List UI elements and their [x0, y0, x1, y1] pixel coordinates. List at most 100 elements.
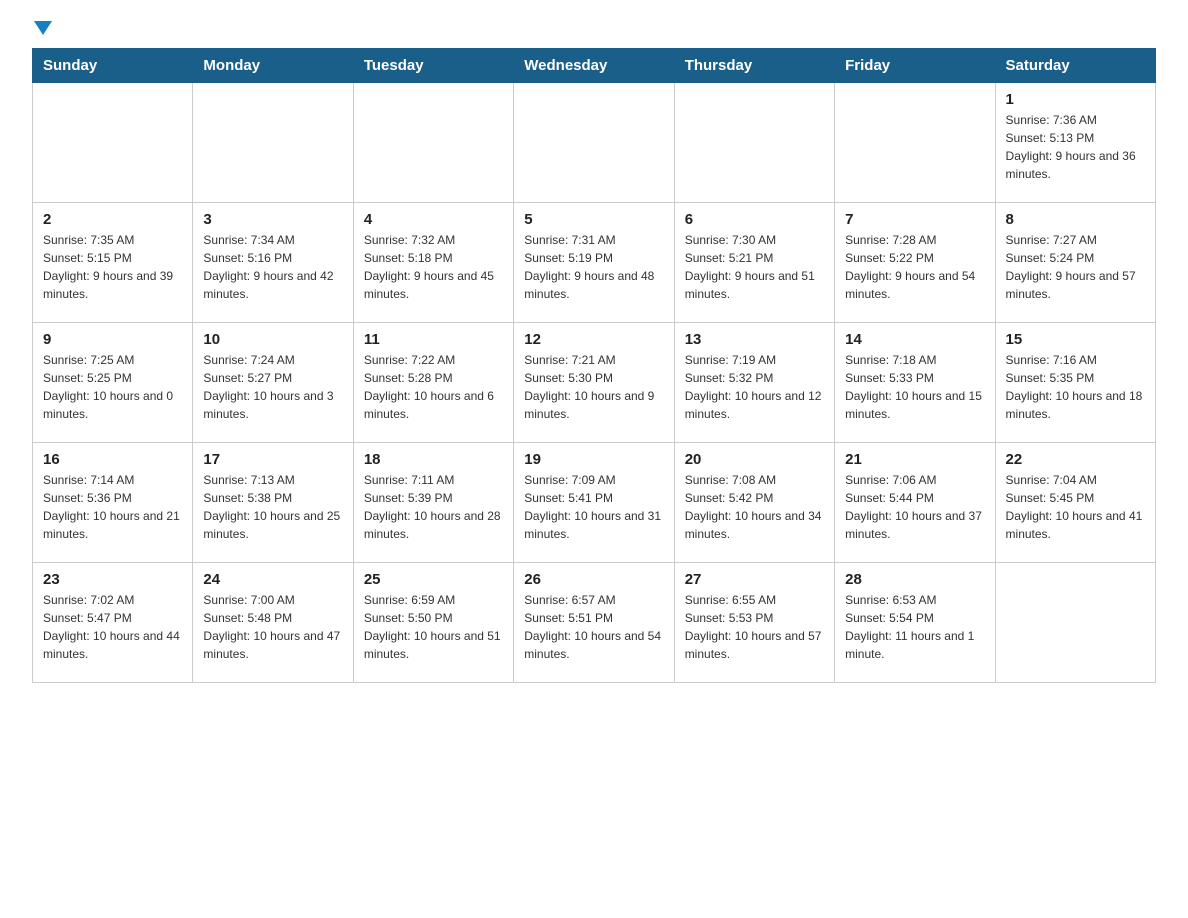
- col-header-thursday: Thursday: [674, 49, 834, 83]
- calendar-cell: 24 Sunrise: 7:00 AMSunset: 5:48 PMDayligh…: [193, 563, 353, 683]
- day-number: 7: [845, 211, 984, 228]
- day-number: 20: [685, 451, 824, 468]
- day-number: 22: [1006, 451, 1145, 468]
- day-number: 10: [203, 331, 342, 348]
- day-number: 27: [685, 571, 824, 588]
- week-row-1: 1 Sunrise: 7:36 AMSunset: 5:13 PMDaylight…: [33, 83, 1156, 203]
- col-header-wednesday: Wednesday: [514, 49, 674, 83]
- calendar-cell: 15 Sunrise: 7:16 AMSunset: 5:35 PMDayligh…: [995, 323, 1155, 443]
- day-info: Sunrise: 6:57 AMSunset: 5:51 PMDaylight:…: [524, 591, 663, 663]
- calendar-cell: 3 Sunrise: 7:34 AMSunset: 5:16 PMDaylight…: [193, 203, 353, 323]
- day-info: Sunrise: 7:04 AMSunset: 5:45 PMDaylight:…: [1006, 471, 1145, 543]
- day-info: Sunrise: 7:13 AMSunset: 5:38 PMDaylight:…: [203, 471, 342, 543]
- calendar-cell: [33, 83, 193, 203]
- day-number: 15: [1006, 331, 1145, 348]
- day-info: Sunrise: 7:35 AMSunset: 5:15 PMDaylight:…: [43, 231, 182, 303]
- day-number: 26: [524, 571, 663, 588]
- day-number: 3: [203, 211, 342, 228]
- calendar-cell: 27 Sunrise: 6:55 AMSunset: 5:53 PMDayligh…: [674, 563, 834, 683]
- day-number: 2: [43, 211, 182, 228]
- day-info: Sunrise: 7:21 AMSunset: 5:30 PMDaylight:…: [524, 351, 663, 423]
- calendar-cell: 17 Sunrise: 7:13 AMSunset: 5:38 PMDayligh…: [193, 443, 353, 563]
- col-header-saturday: Saturday: [995, 49, 1155, 83]
- day-number: 4: [364, 211, 503, 228]
- week-row-2: 2 Sunrise: 7:35 AMSunset: 5:15 PMDaylight…: [33, 203, 1156, 323]
- day-info: Sunrise: 7:22 AMSunset: 5:28 PMDaylight:…: [364, 351, 503, 423]
- day-number: 19: [524, 451, 663, 468]
- calendar-cell: 22 Sunrise: 7:04 AMSunset: 5:45 PMDayligh…: [995, 443, 1155, 563]
- calendar-cell: [835, 83, 995, 203]
- calendar-cell: 11 Sunrise: 7:22 AMSunset: 5:28 PMDayligh…: [353, 323, 513, 443]
- day-info: Sunrise: 7:00 AMSunset: 5:48 PMDaylight:…: [203, 591, 342, 663]
- week-row-4: 16 Sunrise: 7:14 AMSunset: 5:36 PMDayligh…: [33, 443, 1156, 563]
- calendar-cell: 7 Sunrise: 7:28 AMSunset: 5:22 PMDaylight…: [835, 203, 995, 323]
- calendar-cell: 26 Sunrise: 6:57 AMSunset: 5:51 PMDayligh…: [514, 563, 674, 683]
- calendar-cell: [353, 83, 513, 203]
- calendar-cell: 23 Sunrise: 7:02 AMSunset: 5:47 PMDayligh…: [33, 563, 193, 683]
- calendar-cell: 16 Sunrise: 7:14 AMSunset: 5:36 PMDayligh…: [33, 443, 193, 563]
- day-info: Sunrise: 6:59 AMSunset: 5:50 PMDaylight:…: [364, 591, 503, 663]
- day-info: Sunrise: 7:09 AMSunset: 5:41 PMDaylight:…: [524, 471, 663, 543]
- day-info: Sunrise: 7:02 AMSunset: 5:47 PMDaylight:…: [43, 591, 182, 663]
- day-number: 12: [524, 331, 663, 348]
- day-number: 21: [845, 451, 984, 468]
- day-number: 6: [685, 211, 824, 228]
- day-number: 25: [364, 571, 503, 588]
- day-number: 14: [845, 331, 984, 348]
- day-info: Sunrise: 7:08 AMSunset: 5:42 PMDaylight:…: [685, 471, 824, 543]
- calendar-cell: 5 Sunrise: 7:31 AMSunset: 5:19 PMDaylight…: [514, 203, 674, 323]
- day-info: Sunrise: 7:25 AMSunset: 5:25 PMDaylight:…: [43, 351, 182, 423]
- day-number: 9: [43, 331, 182, 348]
- day-number: 23: [43, 571, 182, 588]
- week-row-5: 23 Sunrise: 7:02 AMSunset: 5:47 PMDayligh…: [33, 563, 1156, 683]
- calendar-cell: 21 Sunrise: 7:06 AMSunset: 5:44 PMDayligh…: [835, 443, 995, 563]
- day-info: Sunrise: 7:16 AMSunset: 5:35 PMDaylight:…: [1006, 351, 1145, 423]
- day-number: 16: [43, 451, 182, 468]
- day-info: Sunrise: 7:24 AMSunset: 5:27 PMDaylight:…: [203, 351, 342, 423]
- col-header-monday: Monday: [193, 49, 353, 83]
- calendar-cell: 8 Sunrise: 7:27 AMSunset: 5:24 PMDaylight…: [995, 203, 1155, 323]
- calendar-header-row: SundayMondayTuesdayWednesdayThursdayFrid…: [33, 49, 1156, 83]
- day-info: Sunrise: 6:53 AMSunset: 5:54 PMDaylight:…: [845, 591, 984, 663]
- day-info: Sunrise: 7:14 AMSunset: 5:36 PMDaylight:…: [43, 471, 182, 543]
- calendar-cell: 19 Sunrise: 7:09 AMSunset: 5:41 PMDayligh…: [514, 443, 674, 563]
- logo-triangle-icon: [34, 21, 52, 35]
- calendar-cell: 9 Sunrise: 7:25 AMSunset: 5:25 PMDaylight…: [33, 323, 193, 443]
- calendar-cell: 28 Sunrise: 6:53 AMSunset: 5:54 PMDayligh…: [835, 563, 995, 683]
- col-header-sunday: Sunday: [33, 49, 193, 83]
- logo: [32, 24, 52, 38]
- day-number: 8: [1006, 211, 1145, 228]
- day-info: Sunrise: 7:28 AMSunset: 5:22 PMDaylight:…: [845, 231, 984, 303]
- calendar-cell: 1 Sunrise: 7:36 AMSunset: 5:13 PMDaylight…: [995, 83, 1155, 203]
- day-info: Sunrise: 7:19 AMSunset: 5:32 PMDaylight:…: [685, 351, 824, 423]
- day-number: 1: [1006, 91, 1145, 108]
- day-number: 28: [845, 571, 984, 588]
- calendar-table: SundayMondayTuesdayWednesdayThursdayFrid…: [32, 48, 1156, 683]
- day-info: Sunrise: 7:31 AMSunset: 5:19 PMDaylight:…: [524, 231, 663, 303]
- col-header-tuesday: Tuesday: [353, 49, 513, 83]
- calendar-cell: 6Sunrise: 7:30 AMSunset: 5:21 PMDaylight…: [674, 203, 834, 323]
- day-info: Sunrise: 7:34 AMSunset: 5:16 PMDaylight:…: [203, 231, 342, 303]
- calendar-cell: [674, 83, 834, 203]
- day-number: 11: [364, 331, 503, 348]
- calendar-cell: 12 Sunrise: 7:21 AMSunset: 5:30 PMDayligh…: [514, 323, 674, 443]
- calendar-cell: 14Sunrise: 7:18 AMSunset: 5:33 PMDayligh…: [835, 323, 995, 443]
- calendar-cell: [995, 563, 1155, 683]
- calendar-cell: 2 Sunrise: 7:35 AMSunset: 5:15 PMDaylight…: [33, 203, 193, 323]
- day-number: 5: [524, 211, 663, 228]
- calendar-cell: [514, 83, 674, 203]
- calendar-cell: 10 Sunrise: 7:24 AMSunset: 5:27 PMDayligh…: [193, 323, 353, 443]
- day-info: Sunrise: 6:55 AMSunset: 5:53 PMDaylight:…: [685, 591, 824, 663]
- calendar-cell: 4 Sunrise: 7:32 AMSunset: 5:18 PMDaylight…: [353, 203, 513, 323]
- day-info: Sunrise: 7:32 AMSunset: 5:18 PMDaylight:…: [364, 231, 503, 303]
- day-info: Sunrise: 7:11 AMSunset: 5:39 PMDaylight:…: [364, 471, 503, 543]
- day-number: 18: [364, 451, 503, 468]
- calendar-cell: 20 Sunrise: 7:08 AMSunset: 5:42 PMDayligh…: [674, 443, 834, 563]
- day-info: Sunrise: 7:27 AMSunset: 5:24 PMDaylight:…: [1006, 231, 1145, 303]
- day-number: 24: [203, 571, 342, 588]
- week-row-3: 9 Sunrise: 7:25 AMSunset: 5:25 PMDaylight…: [33, 323, 1156, 443]
- calendar-cell: 25 Sunrise: 6:59 AMSunset: 5:50 PMDayligh…: [353, 563, 513, 683]
- day-info: Sunrise: 7:36 AMSunset: 5:13 PMDaylight:…: [1006, 111, 1145, 183]
- day-number: 17: [203, 451, 342, 468]
- day-info: Sunrise: 7:06 AMSunset: 5:44 PMDaylight:…: [845, 471, 984, 543]
